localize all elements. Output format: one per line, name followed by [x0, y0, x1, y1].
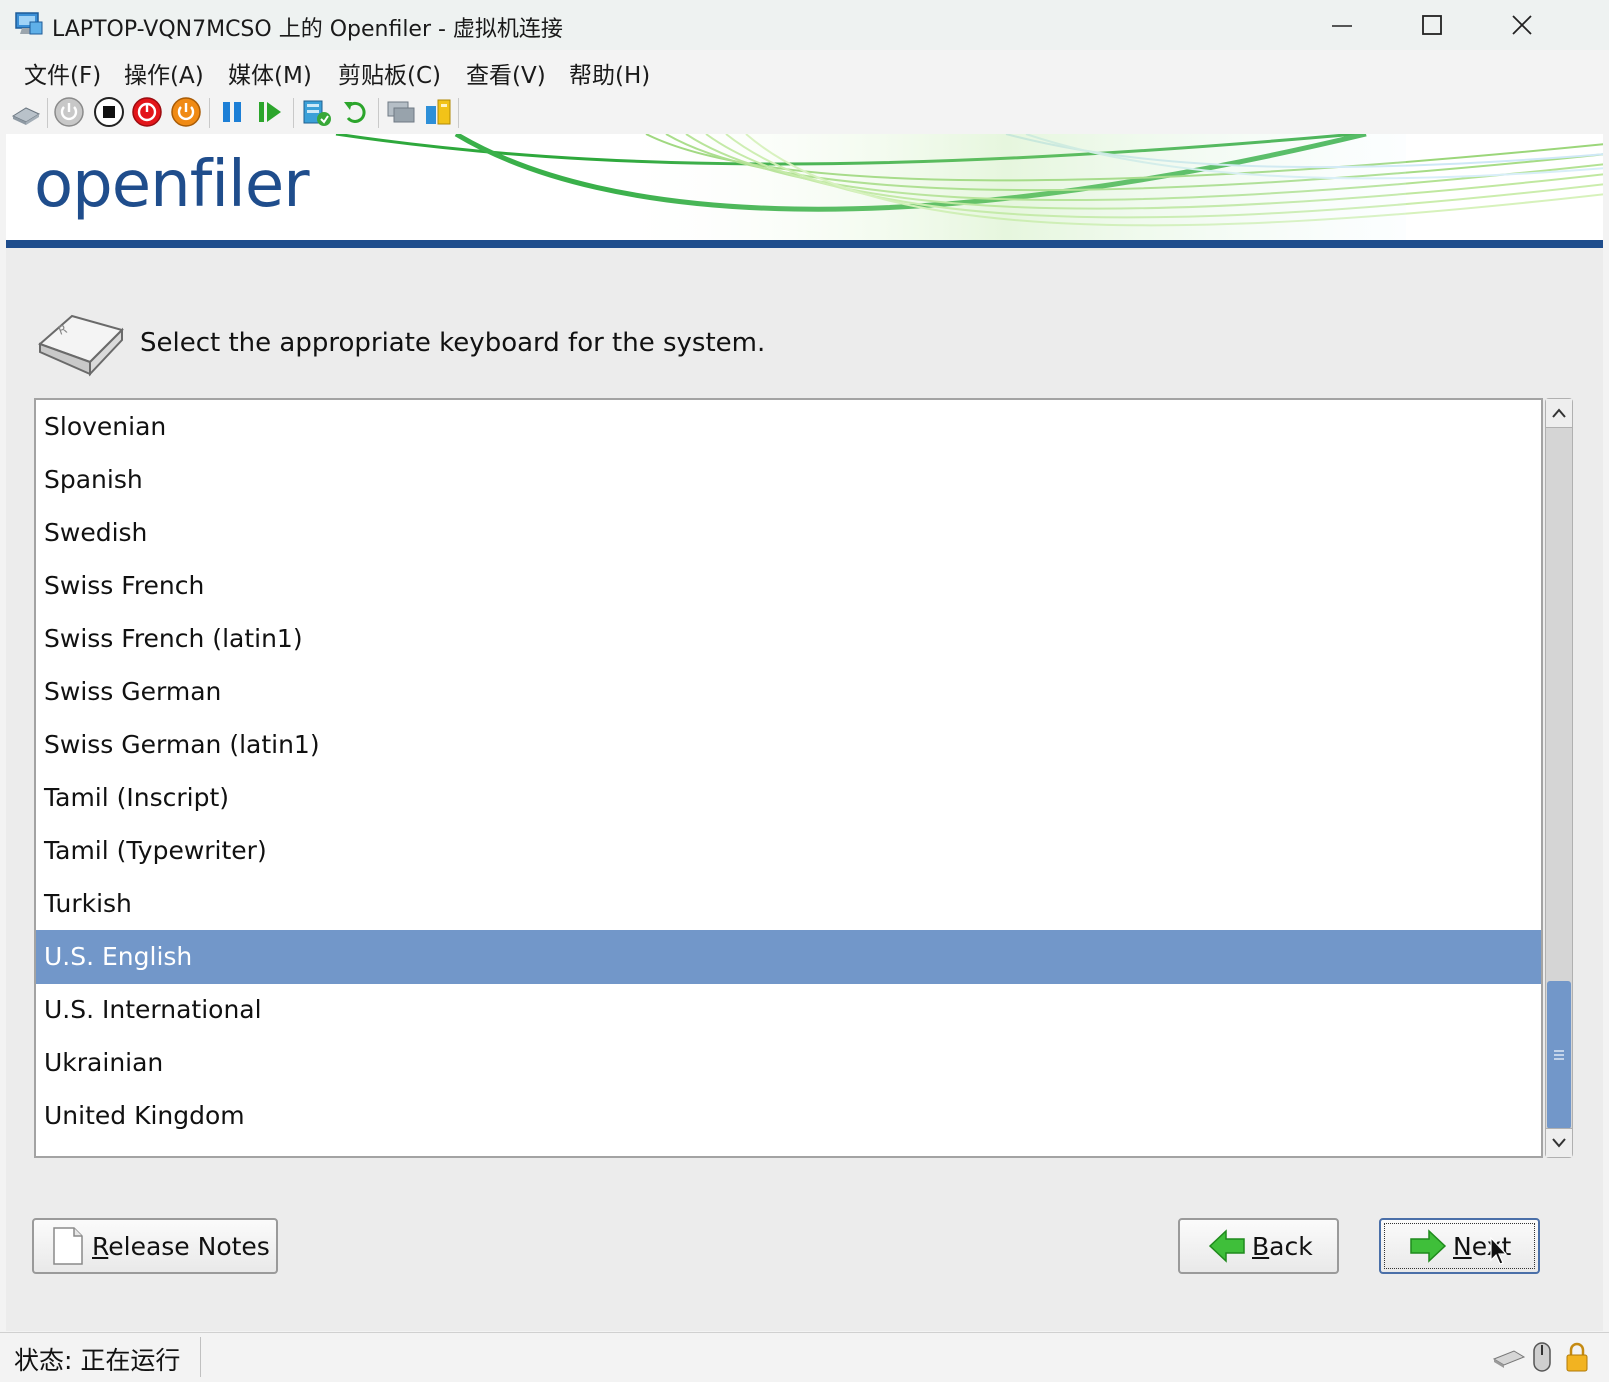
keyboard-option[interactable]: Tamil (Inscript): [36, 771, 1541, 825]
toolbar-separator: [378, 98, 379, 128]
guest-screen[interactable]: openfiler R Select the appropriate keybo…: [6, 134, 1603, 1331]
mouse-status-icon: [1533, 1342, 1551, 1372]
save-state-button[interactable]: [170, 96, 202, 128]
back-text: ack: [1269, 1231, 1313, 1261]
keyboard-key-icon: R: [38, 314, 124, 377]
revert-icon: [344, 101, 366, 123]
enhanced-session-icon: [387, 101, 415, 123]
minimize-icon: [1332, 25, 1352, 27]
list-scrollbar[interactable]: [1545, 398, 1573, 1158]
close-icon: [1512, 15, 1532, 35]
maximize-icon: [1422, 15, 1442, 35]
ctrl-alt-del-icon: [11, 107, 41, 125]
save-icon: [171, 97, 201, 127]
vm-connection-icon: [15, 12, 43, 35]
toolbar-separator: [293, 98, 294, 128]
arrow-right-icon: [1410, 1229, 1447, 1263]
resume-icon: [259, 102, 281, 122]
keyboard-prompt: Select the appropriate keyboard for the …: [140, 328, 766, 358]
keyboard-list[interactable]: Slovenian Spanish Swedish Swiss French S…: [34, 398, 1543, 1158]
maximize-button[interactable]: [1387, 0, 1477, 50]
window-title: LAPTOP-VQN7MCSO 上的 Openfiler - 虚拟机连接: [52, 17, 563, 42]
scroll-down-button[interactable]: [1546, 1128, 1572, 1157]
start-button[interactable]: [53, 96, 85, 128]
keyboard-option[interactable]: Swiss German: [36, 665, 1541, 719]
vm-connection-window: LAPTOP-VQN7MCSO 上的 Openfiler - 虚拟机连接 文件(…: [0, 0, 1609, 1382]
openfiler-logo: openfiler: [34, 148, 309, 222]
menu-view[interactable]: 查看(V): [466, 56, 546, 90]
share-button[interactable]: [422, 96, 454, 128]
keyboard-option[interactable]: United Kingdom: [36, 1089, 1541, 1143]
toolbar-separator: [209, 98, 210, 128]
next-accel: N: [1453, 1231, 1472, 1261]
keyboard-option[interactable]: Tamil (Typewriter): [36, 824, 1541, 878]
release-notes-text: elease Notes: [108, 1231, 270, 1261]
status-separator: [200, 1337, 201, 1377]
checkpoint-button[interactable]: [300, 96, 332, 128]
turn-off-button[interactable]: [93, 96, 125, 128]
back-accel: B: [1252, 1231, 1270, 1261]
revert-button[interactable]: [340, 96, 372, 128]
keyboard-option[interactable]: Turkish: [36, 877, 1541, 931]
scroll-thumb[interactable]: [1547, 981, 1571, 1129]
banner-divider: [6, 240, 1603, 248]
release-notes-label: Release Notes: [92, 1232, 270, 1261]
resume-button[interactable]: [254, 96, 286, 128]
toolbar: [0, 92, 1609, 134]
menu-bar: 文件(F) 操作(A) 媒体(M) 剪贴板(C) 查看(V) 帮助(H): [0, 50, 1609, 92]
keyboard-option[interactable]: Swedish: [36, 506, 1541, 560]
pause-button[interactable]: [216, 96, 248, 128]
start-icon: [54, 97, 84, 127]
chevron-up-icon: [1552, 408, 1566, 418]
next-button[interactable]: Next: [1379, 1218, 1540, 1274]
keyboard-option-selected[interactable]: U.S. English: [36, 930, 1541, 984]
document-icon: [53, 1227, 83, 1265]
shutdown-button[interactable]: [131, 96, 163, 128]
menu-help[interactable]: 帮助(H): [569, 56, 650, 90]
keyboard-option[interactable]: U.S. International: [36, 983, 1541, 1037]
title-bar: LAPTOP-VQN7MCSO 上的 Openfiler - 虚拟机连接: [0, 0, 1609, 50]
toolbar-separator: [47, 98, 48, 128]
share-icon: [426, 99, 451, 125]
keyboard-option[interactable]: Slovenian: [36, 400, 1541, 454]
checkpoint-icon: [303, 100, 331, 126]
keyboard-option[interactable]: Spanish: [36, 453, 1541, 507]
menu-action[interactable]: 操作(A): [124, 56, 204, 90]
minimize-button[interactable]: [1297, 0, 1387, 50]
release-notes-button[interactable]: Release Notes: [32, 1218, 278, 1274]
keyboard-option[interactable]: Ukrainian: [36, 1036, 1541, 1090]
keyboard-option[interactable]: Swiss German (latin1): [36, 718, 1541, 772]
status-bar: 状态: 正在运行: [0, 1332, 1609, 1382]
release-notes-accel: R: [92, 1231, 109, 1261]
menu-clipboard[interactable]: 剪贴板(C): [338, 56, 441, 90]
close-button[interactable]: [1477, 0, 1567, 50]
enhanced-session-button[interactable]: [384, 96, 416, 128]
mouse-cursor-icon: [1490, 1236, 1508, 1265]
keyboard-option[interactable]: Swiss French: [36, 559, 1541, 613]
toolbar-separator: [458, 98, 459, 128]
arrow-left-icon: [1208, 1229, 1245, 1263]
keyboard-status-icon: [1492, 1350, 1526, 1368]
back-label: Back: [1252, 1232, 1313, 1261]
scroll-up-button[interactable]: [1546, 399, 1572, 428]
turn-off-icon: [94, 97, 124, 127]
back-button[interactable]: Back: [1178, 1218, 1339, 1274]
pause-icon: [223, 102, 241, 122]
keyboard-option[interactable]: Swiss French (latin1): [36, 612, 1541, 666]
shutdown-icon: [132, 97, 162, 127]
lock-icon: [1566, 1342, 1588, 1372]
vm-status: 状态: 正在运行: [14, 1346, 181, 1375]
chevron-down-icon: [1552, 1138, 1566, 1148]
ctrl-alt-del-button[interactable]: [10, 96, 42, 128]
menu-file[interactable]: 文件(F): [24, 56, 101, 90]
installer-banner: openfiler: [6, 134, 1603, 240]
menu-media[interactable]: 媒体(M): [228, 56, 312, 90]
grip-icon: [1554, 1050, 1564, 1060]
